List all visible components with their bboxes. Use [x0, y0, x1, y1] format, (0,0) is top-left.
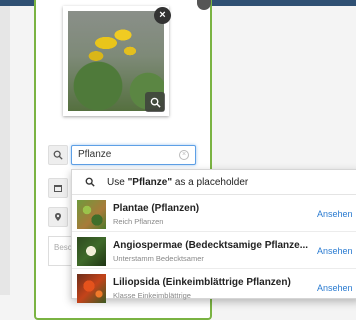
- suggestion-item[interactable]: Liliopsida (Einkeimblättrige Pflanzen) K…: [72, 270, 356, 306]
- taxon-thumbnail: [77, 237, 106, 266]
- taxon-search-input[interactable]: Pflanze ×: [71, 145, 196, 165]
- taxon-title: Liliopsida (Einkeimblättrige Pflanzen): [113, 277, 291, 288]
- search-field-icon: [48, 145, 68, 165]
- clear-search-icon[interactable]: ×: [179, 150, 189, 160]
- photo-zoom-icon[interactable]: [145, 92, 165, 112]
- view-link[interactable]: Ansehen: [317, 283, 353, 293]
- suggestion-item[interactable]: Plantae (Pflanzen) Reich Pflanzen Ansehe…: [72, 196, 356, 232]
- taxon-subtitle: Klasse Einkeimblättrige: [113, 291, 191, 300]
- taxon-subtitle: Reich Pflanzen: [113, 217, 164, 226]
- taxon-subtitle: Unterstamm Bedecktsamer: [113, 254, 204, 263]
- taxon-title: Plantae (Pflanzen): [113, 203, 200, 214]
- search-icon: [85, 177, 95, 187]
- description-placeholder: Besc: [54, 243, 72, 252]
- left-gutter: [0, 6, 10, 295]
- taxon-thumbnail: [77, 200, 106, 229]
- view-link[interactable]: Ansehen: [317, 246, 353, 256]
- taxon-suggestions-dropdown: Use "Pflanze" as a placeholder Plantae (…: [71, 169, 356, 303]
- suggestion-item[interactable]: Angiospermae (Bedecktsamige Pflanze... U…: [72, 233, 356, 269]
- remove-photo-icon[interactable]: ×: [154, 7, 171, 24]
- view-link[interactable]: Ansehen: [317, 209, 353, 219]
- use-as-placeholder-option[interactable]: Use "Pflanze" as a placeholder: [72, 170, 356, 195]
- calendar-icon: [48, 178, 68, 198]
- taxon-thumbnail: [77, 274, 106, 303]
- location-pin-icon: [48, 207, 68, 227]
- placeholder-option-text: Use "Pflanze" as a placeholder: [107, 176, 249, 188]
- search-input-value: Pflanze: [78, 149, 112, 160]
- taxon-title: Angiospermae (Bedecktsamige Pflanze...: [113, 240, 309, 251]
